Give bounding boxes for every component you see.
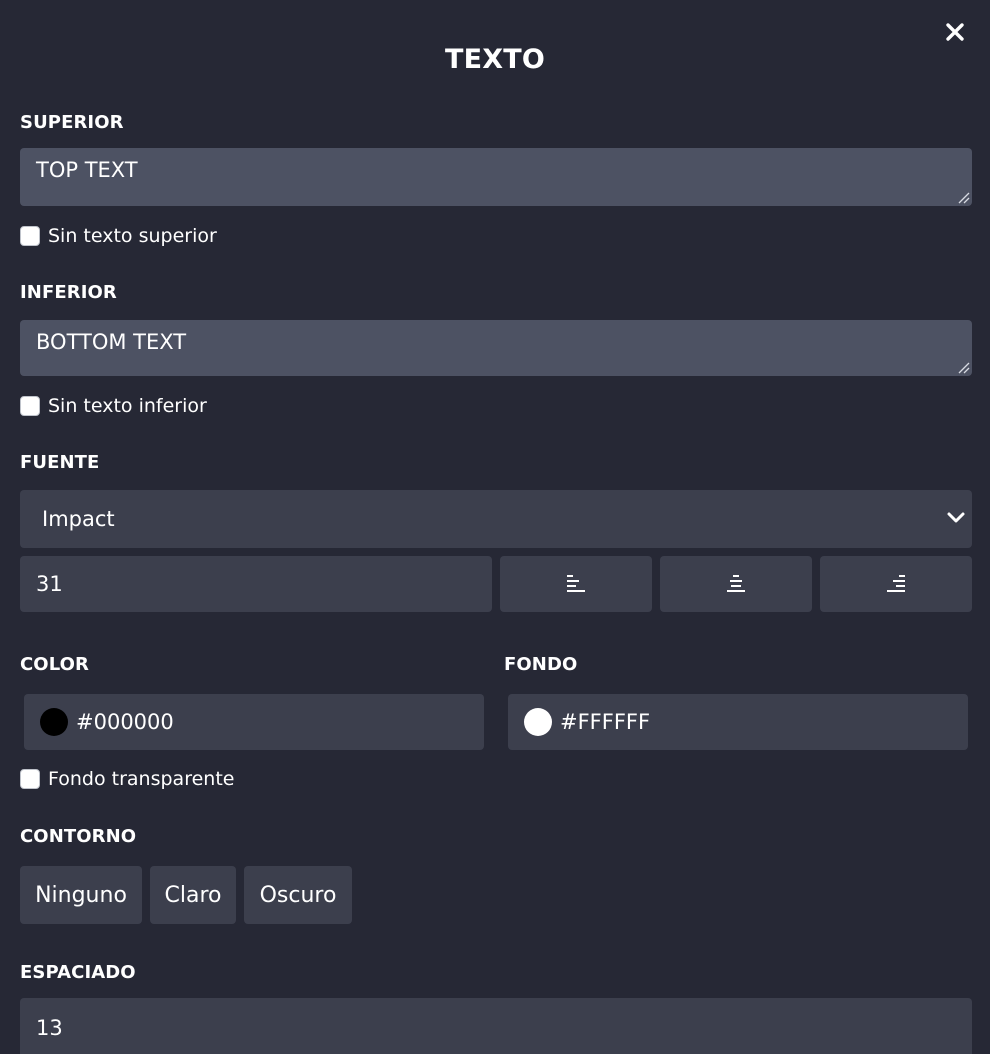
outline-dark-button[interactable]: Oscuro [244, 866, 352, 924]
font-label: FUENTE [20, 452, 100, 473]
color-label: COLOR [20, 654, 90, 675]
no-top-text-label: Sin texto superior [48, 225, 217, 247]
chevron-down-icon [947, 512, 965, 523]
outline-label: CONTORNO [20, 826, 137, 847]
background-label: FONDO [504, 654, 578, 675]
bottom-text-label: INFERIOR [20, 282, 117, 303]
top-text-value: TOP TEXT [36, 158, 138, 182]
font-selected-value: Impact [42, 507, 115, 531]
text-color-value: #000000 [76, 710, 174, 734]
resize-handle-icon[interactable] [956, 190, 970, 204]
no-bottom-text-toggle[interactable]: Sin texto inferior [20, 395, 207, 417]
bottom-text-value: BOTTOM TEXT [36, 330, 187, 354]
top-text-label: SUPERIOR [20, 112, 124, 133]
text-color-swatch [40, 708, 68, 736]
outline-none-label: Ninguno [35, 882, 127, 908]
background-color-picker[interactable]: #FFFFFF [508, 694, 968, 750]
no-top-text-checkbox[interactable] [20, 226, 40, 246]
no-top-text-toggle[interactable]: Sin texto superior [20, 225, 217, 247]
align-left-icon [567, 575, 585, 592]
font-size-input[interactable]: 31 [20, 556, 492, 612]
align-center-button[interactable] [660, 556, 812, 612]
no-bottom-text-label: Sin texto inferior [48, 395, 207, 417]
align-right-icon [887, 575, 905, 592]
align-left-button[interactable] [500, 556, 652, 612]
transparent-background-checkbox[interactable] [20, 769, 40, 789]
spacing-label: ESPACIADO [20, 962, 136, 983]
spacing-value: 13 [36, 1016, 63, 1040]
outline-light-label: Claro [164, 882, 222, 908]
bottom-text-input[interactable]: BOTTOM TEXT [20, 320, 972, 376]
outline-dark-label: Oscuro [259, 882, 337, 908]
close-icon[interactable] [944, 21, 966, 43]
spacing-input[interactable]: 13 [20, 998, 972, 1054]
resize-handle-icon[interactable] [956, 360, 970, 374]
align-right-button[interactable] [820, 556, 972, 612]
no-bottom-text-checkbox[interactable] [20, 396, 40, 416]
font-size-value: 31 [36, 572, 63, 596]
transparent-background-toggle[interactable]: Fondo transparente [20, 768, 234, 790]
background-color-value: #FFFFFF [560, 710, 651, 734]
top-text-input[interactable]: TOP TEXT [20, 148, 972, 206]
align-center-icon [727, 575, 745, 592]
outline-none-button[interactable]: Ninguno [20, 866, 142, 924]
dialog-title: TEXTO [444, 44, 546, 75]
text-color-picker[interactable]: #000000 [24, 694, 484, 750]
background-color-swatch [524, 708, 552, 736]
transparent-background-label: Fondo transparente [48, 768, 235, 790]
font-select[interactable]: Impact [20, 490, 972, 548]
text-settings-panel: TEXTO SUPERIOR TOP TEXT Sin texto superi… [0, 0, 990, 1054]
outline-light-button[interactable]: Claro [150, 866, 236, 924]
